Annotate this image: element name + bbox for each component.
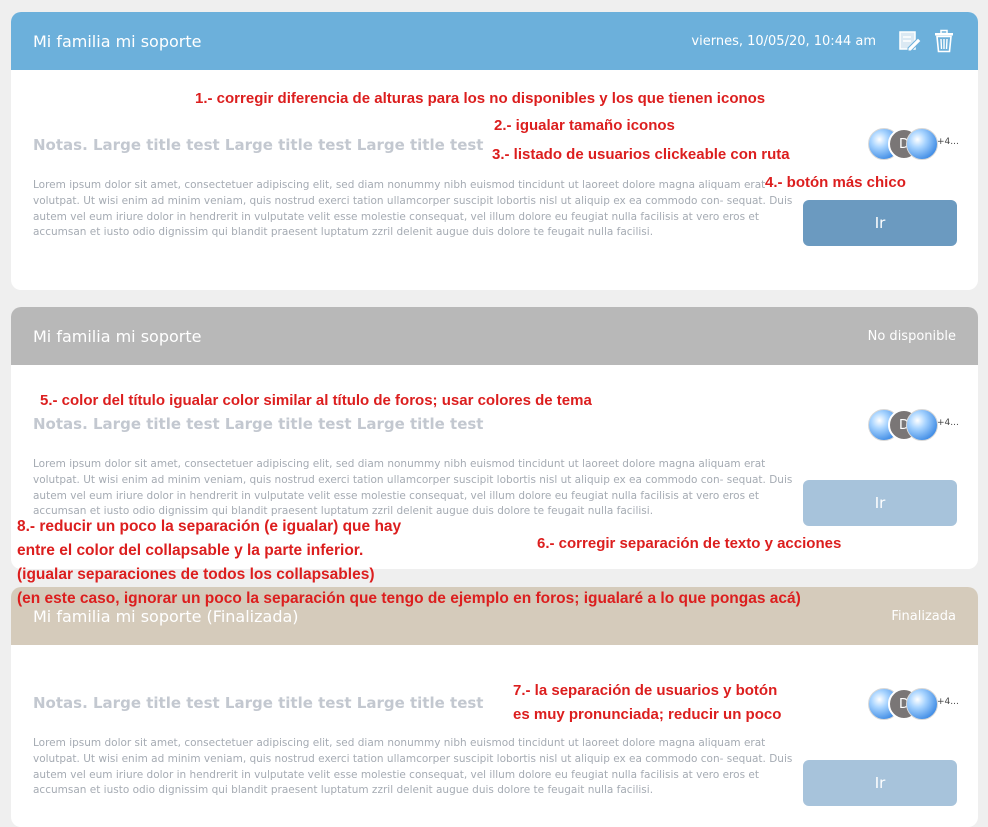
card-description: Lorem ipsum dolor sit amet, consectetuer…	[33, 458, 793, 518]
annotation-7a: 7.- la separación de usuarios y botón	[513, 682, 778, 699]
avatar-more-count[interactable]: +4...	[937, 418, 959, 428]
avatar[interactable]	[906, 128, 938, 160]
annotation-8c: (igualar separaciones de todos los colla…	[17, 566, 375, 583]
annotation-5: 5.- color del título igualar color simil…	[40, 392, 592, 409]
card-header[interactable]: Mi familia mi soporte viernes, 10/05/20,…	[11, 12, 978, 70]
go-button[interactable]: Ir	[803, 200, 957, 246]
card-title: Mi familia mi soporte	[33, 31, 202, 51]
card-description: Lorem ipsum dolor sit amet, consectetuer…	[33, 737, 793, 797]
avatar[interactable]	[906, 688, 938, 720]
card-header-right: viernes, 10/05/20, 10:44 am	[691, 29, 956, 53]
avatar-more-count[interactable]: +4...	[937, 697, 959, 707]
notes-title: Notas. Large title test Large title test…	[33, 415, 484, 433]
trash-icon[interactable]	[932, 29, 956, 53]
annotation-8b: entre el color del collapsable y la part…	[17, 542, 364, 559]
card-status: No disponible	[867, 328, 956, 344]
go-button[interactable]: Ir	[803, 760, 957, 806]
annotation-3: 3.- listado de usuarios clickeable con r…	[492, 146, 790, 163]
notes-title: Notas. Large title test Large title test…	[33, 694, 484, 712]
notes-title: Notas. Large title test Large title test…	[33, 136, 484, 154]
annotation-7b: es muy pronunciada; reducir un poco	[513, 706, 782, 723]
annotation-8d: (en este caso, ignorar un poco la separa…	[17, 590, 801, 607]
annotation-8a: 8.- reducir un poco la separación (e igu…	[17, 518, 402, 535]
user-avatar-list[interactable]: D +4...	[868, 128, 968, 162]
card-title: Mi familia mi soporte	[33, 326, 202, 346]
user-avatar-list[interactable]: D +4...	[868, 409, 968, 443]
annotation-6: 6.- corregir separación de texto y accio…	[537, 535, 842, 552]
card-header[interactable]: Mi familia mi soporte No disponible	[11, 307, 978, 365]
avatar-more-count[interactable]: +4...	[937, 137, 959, 147]
card-date: viernes, 10/05/20, 10:44 am	[691, 33, 876, 49]
annotation-2: 2.- igualar tamaño iconos	[494, 117, 675, 134]
annotation-4: 4.- botón más chico	[765, 174, 906, 191]
edit-icon[interactable]	[898, 29, 922, 53]
annotation-1: 1.- corregir diferencia de alturas para …	[195, 90, 766, 107]
avatar[interactable]	[906, 409, 938, 441]
card-status: Finalizada	[891, 608, 956, 624]
user-avatar-list[interactable]: D +4...	[868, 688, 968, 722]
card-description: Lorem ipsum dolor sit amet, consectetuer…	[33, 179, 793, 239]
go-button[interactable]: Ir	[803, 480, 957, 526]
card-3: Mi familia mi soporte (Finalizada) Final…	[11, 587, 978, 827]
